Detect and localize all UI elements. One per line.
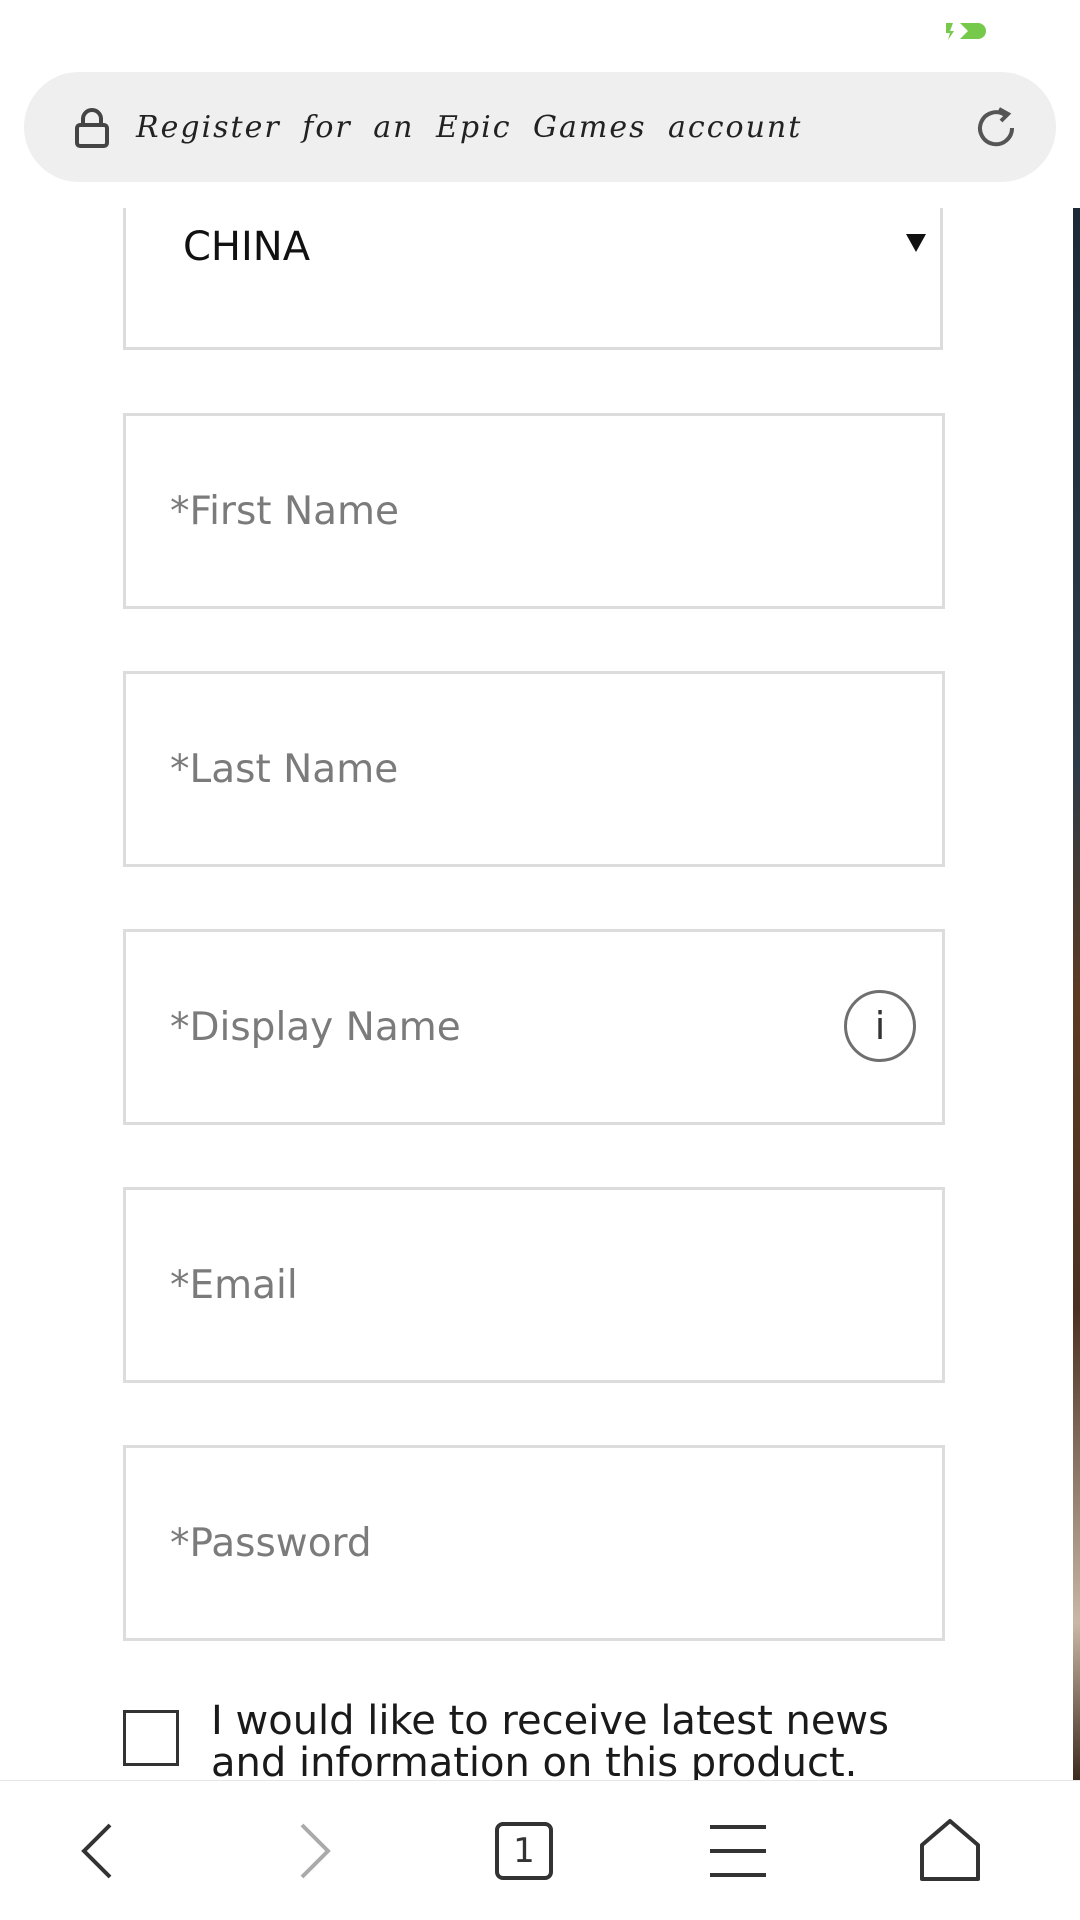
tab-count: 1 bbox=[513, 1831, 535, 1871]
menu-button[interactable] bbox=[698, 1811, 778, 1891]
country-select[interactable]: CHINA bbox=[123, 208, 943, 350]
password-input[interactable] bbox=[126, 1448, 942, 1638]
registration-form: CHINA i I would like to receive latest n… bbox=[0, 208, 1080, 1780]
browser-page: Register for an Epic Games account CHINA… bbox=[0, 0, 1080, 1920]
forward-button[interactable] bbox=[272, 1811, 352, 1891]
password-field-box bbox=[123, 1445, 945, 1641]
forward-arrow-icon bbox=[272, 1811, 352, 1891]
email-input[interactable] bbox=[126, 1190, 942, 1380]
back-button[interactable] bbox=[60, 1811, 140, 1891]
battery-saver-icon bbox=[944, 20, 988, 42]
home-icon bbox=[910, 1811, 990, 1891]
last-name-field-box bbox=[123, 671, 945, 867]
newsletter-option: I would like to receive latest news and … bbox=[123, 1700, 953, 1780]
email-field-box bbox=[123, 1187, 945, 1383]
first-name-field-box bbox=[123, 413, 945, 609]
home-button[interactable] bbox=[910, 1811, 990, 1891]
back-arrow-icon bbox=[60, 1811, 140, 1891]
newsletter-label: I would like to receive latest news and … bbox=[211, 1698, 889, 1780]
first-name-input[interactable] bbox=[126, 416, 942, 606]
bottom-nav-bar: 1 bbox=[0, 1780, 1080, 1920]
background-image-edge bbox=[1073, 208, 1080, 1780]
display-name-field-box: i bbox=[123, 929, 945, 1125]
newsletter-checkbox[interactable] bbox=[123, 1710, 179, 1766]
menu-icon bbox=[698, 1811, 778, 1891]
last-name-input[interactable] bbox=[126, 674, 942, 864]
status-bar bbox=[0, 0, 1080, 62]
lock-icon bbox=[74, 108, 110, 148]
dropdown-arrow-icon bbox=[906, 234, 926, 252]
country-value: CHINA bbox=[183, 224, 311, 270]
address-bar: Register for an Epic Games account bbox=[0, 62, 1080, 209]
tabs-button[interactable]: 1 bbox=[484, 1811, 564, 1891]
page-title: Register for an Epic Games account bbox=[136, 110, 803, 145]
reload-icon[interactable] bbox=[972, 104, 1020, 152]
info-icon[interactable]: i bbox=[844, 990, 916, 1062]
url-field[interactable]: Register for an Epic Games account bbox=[24, 72, 1056, 182]
display-name-input[interactable] bbox=[126, 932, 942, 1122]
